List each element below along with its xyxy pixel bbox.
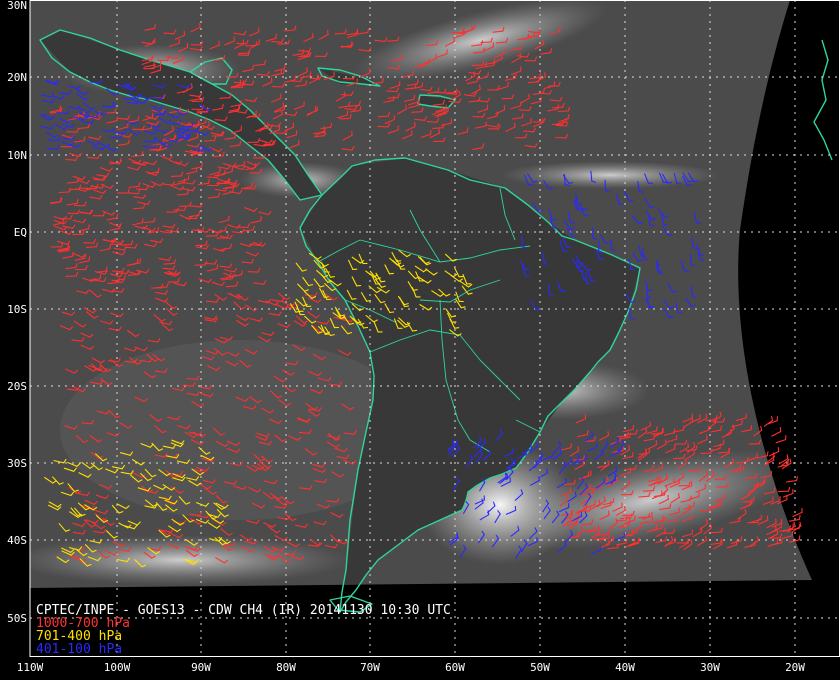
- lon-label: 70W: [360, 661, 380, 674]
- lon-label: 90W: [191, 661, 211, 674]
- lat-label: 50S: [7, 612, 27, 625]
- lon-label: 40W: [615, 661, 635, 674]
- lat-label: 20S: [7, 380, 27, 393]
- lon-label: 30W: [700, 661, 720, 674]
- lat-label: 30S: [7, 457, 27, 470]
- lon-label: 60W: [445, 661, 465, 674]
- satellite-wind-map: 30N 20N 10N EQ 10S 20S 30S 40S 50S 110W 100W 90W 80…: [0, 0, 840, 680]
- lon-label: 80W: [276, 661, 296, 674]
- lon-label: 50W: [530, 661, 550, 674]
- lat-label: 20N: [7, 71, 27, 84]
- lat-label: EQ: [14, 226, 27, 239]
- lon-label: 20W: [785, 661, 805, 674]
- lat-label: 10N: [7, 149, 27, 162]
- lat-label: 40S: [7, 534, 27, 547]
- lat-label: 10S: [7, 303, 27, 316]
- satellite-disk: [30, 0, 812, 588]
- lon-label: 100W: [104, 661, 131, 674]
- legend-high-level: 401-100 hPa: [36, 642, 123, 657]
- lon-label: 110W: [17, 661, 44, 674]
- lat-label: 30N: [7, 0, 27, 12]
